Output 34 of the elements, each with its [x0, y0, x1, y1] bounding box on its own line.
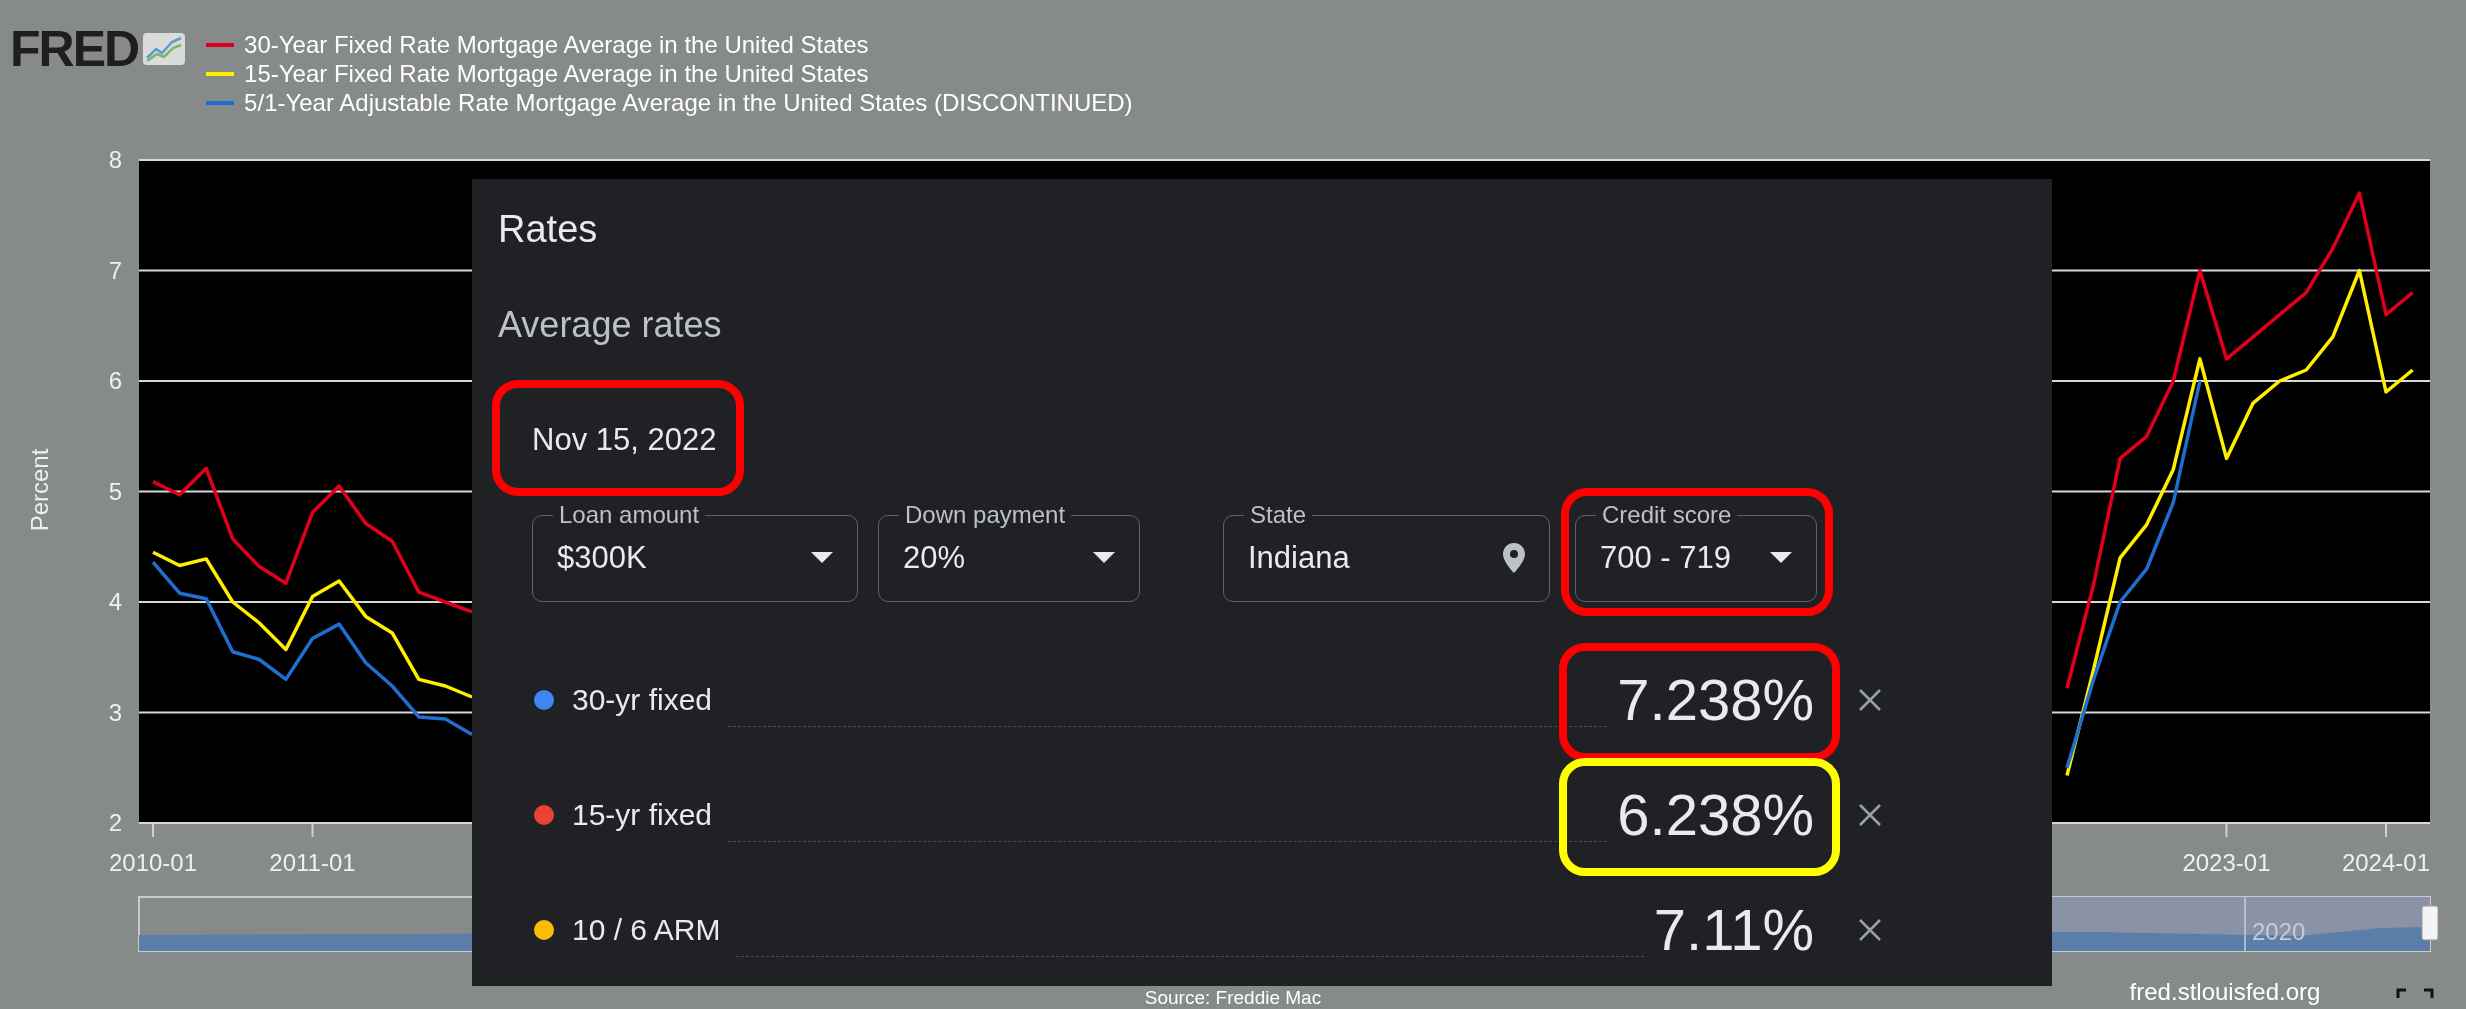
caret-icon — [1770, 551, 1792, 564]
axis-title: Percent — [26, 448, 53, 532]
fullscreen-icon[interactable] — [2396, 988, 2434, 1000]
range-handle[interactable] — [2421, 905, 2439, 941]
rate-name: 15-yr fixed — [572, 797, 713, 832]
axis-label: 6 — [108, 367, 122, 394]
axis-label: 2011-01 — [269, 849, 356, 876]
rate-name: 10 / 6 ARM — [572, 912, 721, 947]
rate-value: 6.238% — [1617, 780, 1814, 849]
rate-name: 30-yr fixed — [572, 682, 713, 717]
axis-label: 2010-01 — [108, 849, 198, 876]
navigator-label: 2020 — [2252, 918, 2306, 945]
axis-label: 2 — [108, 809, 122, 836]
panel-title: Rates — [498, 207, 599, 251]
axis-label: 5 — [108, 477, 122, 505]
fred-logo: FRED — [10, 24, 139, 74]
caret-icon — [811, 551, 833, 564]
rate-value: 7.11% — [1653, 895, 1814, 964]
panel-subtitle: Average rates — [498, 303, 723, 347]
chart-icon — [142, 32, 187, 66]
close-icon[interactable] — [1858, 917, 1882, 942]
axis-label: 2024-01 — [2341, 849, 2430, 876]
source-note: Source: Freddie Mac — [1144, 987, 1322, 1008]
axis-label: 2023-01 — [2182, 849, 2271, 876]
axis-label: 4 — [108, 588, 122, 615]
axis-label: 8 — [108, 146, 122, 173]
close-icon[interactable] — [1858, 802, 1882, 827]
location-pin-icon — [1503, 542, 1525, 573]
axis-label: 7 — [108, 256, 122, 284]
close-icon[interactable] — [1858, 687, 1882, 712]
rate-value: 7.238% — [1617, 665, 1814, 734]
axis-label: 3 — [108, 698, 122, 726]
caret-icon — [1093, 551, 1115, 564]
rate-date: Nov 15, 2022 — [532, 421, 717, 459]
